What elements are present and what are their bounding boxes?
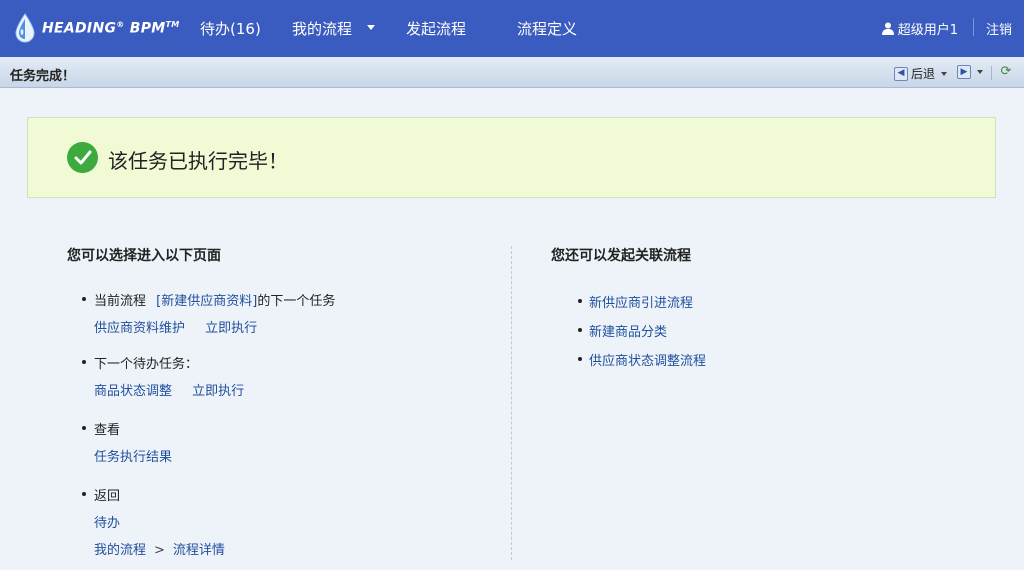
back-label: 后退 bbox=[911, 67, 936, 81]
refresh-icon[interactable]: ⟳ bbox=[999, 65, 1013, 79]
chevron-down-icon[interactable] bbox=[941, 71, 948, 76]
back-my-flow-link[interactable]: 我的流程 bbox=[94, 543, 146, 558]
toolbar-divider bbox=[991, 66, 992, 80]
current-flow-link[interactable]: [新建供应商资料] bbox=[156, 294, 257, 309]
current-task-run-link[interactable]: 立即执行 bbox=[205, 321, 257, 336]
page-title: 任务完成！ bbox=[10, 69, 76, 84]
related-flow-item[interactable]: 新供应商引进流程 bbox=[577, 292, 693, 311]
nav-todo[interactable]: 待办(16) bbox=[200, 18, 261, 39]
user-menu[interactable]: 超级用户1 bbox=[881, 19, 958, 38]
back-flow-line: 我的流程 > 流程详情 bbox=[94, 539, 225, 558]
next-pages-panel: 您可以选择进入以下页面 当前流程 [新建供应商资料]的下一个任务 供应商资料维护… bbox=[67, 245, 497, 558]
back-todo-link[interactable]: 待办 bbox=[94, 516, 120, 531]
related-flows-panel: 您还可以发起关联流程 新供应商引进流程 新建商品分类 供应商状态调整流程 bbox=[551, 245, 971, 369]
related-flow-item[interactable]: 供应商状态调整流程 bbox=[577, 350, 706, 369]
back-button[interactable]: ◀ 后退 bbox=[894, 65, 948, 82]
next-todo-task-link[interactable]: 商品状态调整 bbox=[94, 384, 172, 399]
back-flow-detail-link[interactable]: 流程详情 bbox=[173, 543, 225, 558]
next-todo-run-link[interactable]: 立即执行 bbox=[192, 384, 244, 399]
next-todo-label: 下一个待办任务： bbox=[94, 357, 199, 372]
current-flow-prefix: 当前流程 bbox=[94, 294, 147, 309]
user-name: 超级用户1 bbox=[897, 23, 958, 38]
list-item: 当前流程 [新建供应商资料]的下一个任务 bbox=[81, 290, 336, 309]
success-banner: 该任务已执行完毕！ bbox=[27, 117, 996, 198]
back-section-label: 返回 bbox=[94, 489, 121, 504]
view-label: 查看 bbox=[94, 423, 121, 438]
task-result-link[interactable]: 任务执行结果 bbox=[94, 450, 172, 465]
success-message: 该任务已执行完毕！ bbox=[108, 149, 288, 173]
water-drop-icon bbox=[15, 13, 35, 43]
current-flow-section: 当前流程 [新建供应商资料]的下一个任务 供应商资料维护 立即执行 bbox=[81, 290, 336, 336]
view-section: 查看 任务执行结果 bbox=[81, 419, 172, 465]
current-task-line: 供应商资料维护 立即执行 bbox=[94, 317, 335, 336]
breadcrumb-separator: > bbox=[154, 543, 165, 558]
list-item: 下一个待办任务： bbox=[81, 353, 244, 372]
next-todo-section: 下一个待办任务： 商品状态调整 立即执行 bbox=[81, 353, 244, 399]
related-flows-title: 您还可以发起关联流程 bbox=[551, 248, 691, 264]
column-divider bbox=[511, 246, 512, 560]
nav-my-flows[interactable]: 我的流程 bbox=[292, 18, 352, 39]
back-todo-line: 待办 bbox=[94, 512, 225, 531]
nav-flow-definition[interactable]: 流程定义 bbox=[517, 18, 577, 39]
top-nav-bar: HEADING® BPMTM 待办(16) 我的流程 发起流程 流程定义 超级用… bbox=[0, 0, 1024, 57]
current-flow-suffix: 的下一个任务 bbox=[257, 294, 336, 309]
forward-arrow-icon: ▶ bbox=[957, 65, 971, 79]
user-icon bbox=[881, 22, 894, 35]
next-todo-line: 商品状态调整 立即执行 bbox=[94, 380, 244, 399]
back-arrow-icon: ◀ bbox=[894, 66, 908, 81]
list-item: 返回 bbox=[82, 485, 225, 504]
next-pages-title: 您可以选择进入以下页面 bbox=[67, 248, 221, 264]
nav-divider bbox=[973, 18, 974, 36]
nav-start-flow[interactable]: 发起流程 bbox=[406, 18, 466, 39]
current-task-link[interactable]: 供应商资料维护 bbox=[94, 321, 185, 336]
logo[interactable]: HEADING® BPMTM bbox=[14, 12, 180, 44]
checkmark-icon bbox=[67, 142, 98, 173]
logout-link[interactable]: 注销 bbox=[986, 19, 1012, 38]
related-flow-item[interactable]: 新建商品分类 bbox=[577, 321, 667, 340]
chevron-down-icon[interactable] bbox=[367, 25, 375, 30]
forward-button[interactable]: ▶ bbox=[957, 65, 983, 79]
list-item: 查看 bbox=[81, 419, 172, 438]
page-toolbar: 任务完成！ ◀ 后退 ▶ ⟳ bbox=[0, 57, 1024, 88]
back-section: 返回 待办 我的流程 > 流程详情 bbox=[82, 485, 225, 558]
chevron-down-icon[interactable] bbox=[977, 70, 983, 74]
logo-text: HEADING® BPMTM bbox=[42, 19, 180, 37]
view-line: 任务执行结果 bbox=[94, 446, 172, 465]
